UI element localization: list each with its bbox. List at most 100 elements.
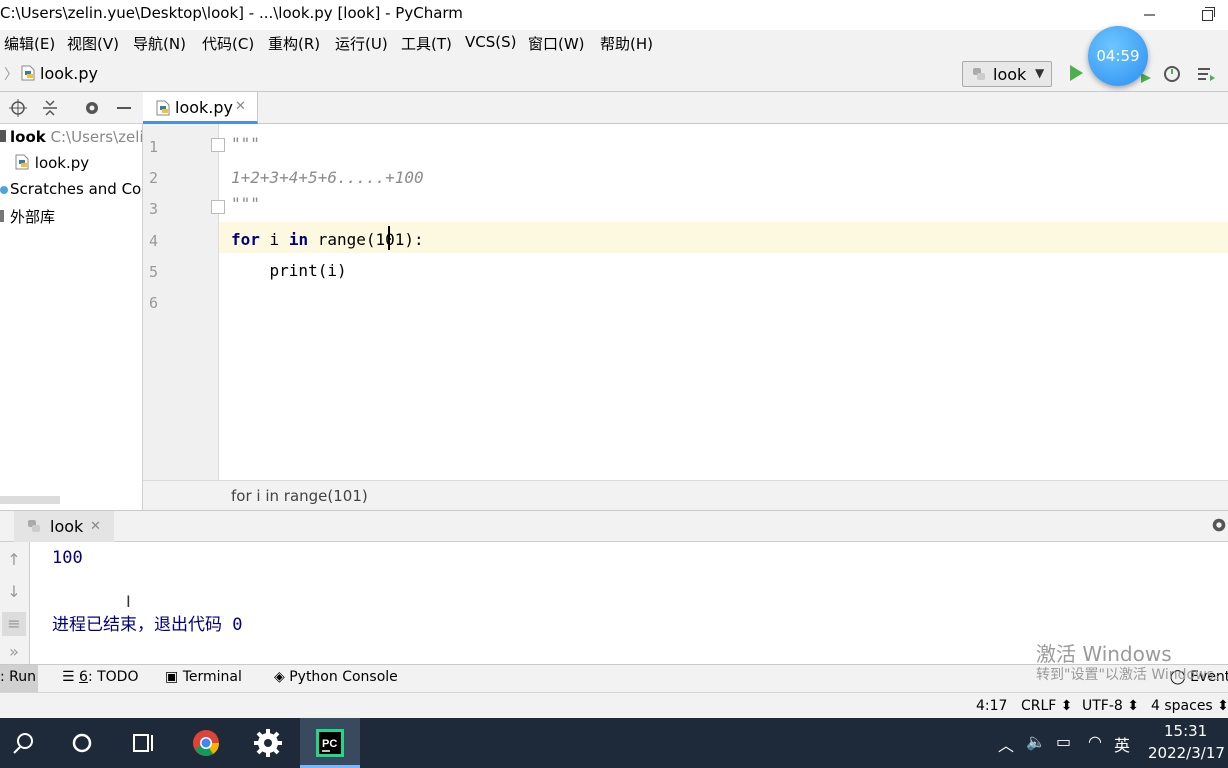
windows-activation-watermark: 激活 Windows xyxy=(1036,642,1172,666)
tree-file-label: look.py xyxy=(34,154,90,172)
run-button[interactable] xyxy=(1068,64,1084,82)
terminal-icon: ▣ xyxy=(165,669,183,685)
run-panel-sidebar: ↑ ↓ ≡ » xyxy=(0,542,30,664)
tool-tab-todo[interactable]: ☰ 6: TODO xyxy=(62,669,138,685)
tool-tab-python-console[interactable]: ◈ Python Console xyxy=(274,669,398,685)
code-editor[interactable]: 1 2 3 4 5 6 """ 1+2+3+4+5+6.....+100 """… xyxy=(143,124,1228,480)
minimize-button[interactable] xyxy=(1140,4,1160,24)
indent-label: 4 spaces xyxy=(1151,698,1213,714)
menu-refactor[interactable]: 重构(R) xyxy=(268,33,320,54)
code-line-4: for i in range(101): xyxy=(231,230,424,249)
clock-time[interactable]: 15:31 xyxy=(1164,722,1207,740)
editor-tab-label: look.py xyxy=(175,98,233,117)
pycharm-button[interactable]: PC xyxy=(300,718,360,768)
line-number: 3 xyxy=(149,200,159,218)
project-tree: look C:\Users\zeli look.py Scratches and… xyxy=(0,124,143,510)
indent-setting[interactable]: 4 spaces ⬍ xyxy=(1151,698,1228,714)
pycharm-icon: PC xyxy=(316,729,344,757)
line-separator[interactable]: CRLF ⬍ xyxy=(1021,698,1073,714)
project-horizontal-scrollbar[interactable] xyxy=(0,496,60,504)
chevron-up-icon[interactable]: ︿ xyxy=(998,732,1014,756)
gear-icon[interactable] xyxy=(82,98,102,118)
menu-code[interactable]: 代码(C) xyxy=(202,33,254,54)
status-bar: 4:17 CRLF ⬍ UTF-8 ⬍ 4 spaces ⬍ xyxy=(0,692,1228,718)
python-file-icon xyxy=(21,65,35,81)
gear-icon xyxy=(254,729,282,757)
chrome-button[interactable] xyxy=(176,718,236,768)
keyword-in: in xyxy=(288,230,309,249)
tree-item-scratches[interactable]: Scratches and Con xyxy=(0,180,142,198)
cursor-position[interactable]: 4:17 xyxy=(976,698,1007,714)
external-libs-label: 外部库 xyxy=(10,208,56,226)
console-line: 进程已结束，退出代码 0 xyxy=(52,615,243,635)
editor-breadcrumb: for i in range(101) xyxy=(143,480,1228,510)
volume-icon[interactable]: 🔈 xyxy=(1026,732,1046,751)
search-button[interactable] xyxy=(0,718,60,768)
task-view-button[interactable] xyxy=(112,718,172,768)
keyword-for: for xyxy=(231,230,260,249)
line-number: 6 xyxy=(149,294,159,312)
file-encoding[interactable]: UTF-8 ⬍ xyxy=(1082,698,1139,714)
tool-tab-terminal[interactable]: ▣ Terminal xyxy=(165,669,242,685)
tool-tab-run[interactable]: : Run xyxy=(0,665,38,693)
window-title: C:\Users\zelin.yue\Desktop\look] - ...\l… xyxy=(0,4,463,22)
code-line-5: print(i) xyxy=(231,261,347,280)
menu-view[interactable]: 视图(V) xyxy=(67,33,119,54)
editor-tab-look-py[interactable]: look.py ✕ xyxy=(143,92,258,124)
code-line-2: 1+2+3+4+5+6.....+100 xyxy=(231,168,424,187)
gear-icon[interactable] xyxy=(1210,516,1228,534)
menu-edit[interactable]: 编辑(E) xyxy=(4,33,55,54)
project-toolbar xyxy=(0,92,143,124)
run-configuration-select[interactable]: look ▼ xyxy=(962,61,1052,87)
fold-marker-icon[interactable] xyxy=(211,138,225,152)
code-line-3: """ xyxy=(231,194,260,213)
menu-bar: 编辑(E) 视图(V) 导航(N) 代码(C) 重构(R) 运行(U) 工具(T… xyxy=(0,30,1228,56)
arrow-down-icon[interactable]: ↓ xyxy=(2,580,26,604)
menu-help[interactable]: 帮助(H) xyxy=(600,33,653,54)
tree-item-external-libraries[interactable]: 外部库 xyxy=(0,206,55,227)
restore-button[interactable] xyxy=(1198,4,1218,24)
menu-vcs[interactable]: VCS(S) xyxy=(465,33,516,51)
run-tab-look[interactable]: look ✕ xyxy=(14,511,114,543)
soft-wrap-icon[interactable]: ≡ xyxy=(2,612,26,636)
locate-icon[interactable] xyxy=(8,98,28,118)
clock-date[interactable]: 2022/3/17 xyxy=(1148,744,1225,762)
line-number: 2 xyxy=(149,169,159,187)
tree-item-root[interactable]: look C:\Users\zeli xyxy=(0,128,142,146)
more-icon[interactable]: » xyxy=(2,640,26,664)
menu-tools[interactable]: 工具(T) xyxy=(401,33,452,54)
text-cursor-icon: I xyxy=(126,592,131,611)
breadcrumb-scope[interactable]: for i in range(101) xyxy=(231,487,368,505)
run-list-icon[interactable] xyxy=(1196,64,1216,84)
battery-icon[interactable]: ▭ xyxy=(1056,732,1071,751)
close-icon[interactable]: ✕ xyxy=(235,99,246,114)
recording-timer[interactable]: 04:59 xyxy=(1088,26,1148,86)
tree-item-file[interactable]: look.py xyxy=(14,154,89,172)
python-file-icon xyxy=(156,100,170,116)
chrome-icon xyxy=(193,730,220,756)
terminal-label: Terminal xyxy=(182,669,242,685)
run-config-label: look xyxy=(993,65,1027,84)
arrow-up-icon[interactable]: ↑ xyxy=(2,548,26,572)
line-number: 4 xyxy=(149,232,159,250)
menu-window[interactable]: 窗口(W) xyxy=(528,33,585,54)
wifi-icon[interactable]: ◠ xyxy=(1088,732,1102,751)
list-icon: ☰ xyxy=(62,669,80,685)
library-icon xyxy=(0,210,4,222)
settings-button[interactable] xyxy=(238,718,298,768)
collapse-all-icon[interactable] xyxy=(40,98,60,118)
breadcrumb-file[interactable]: look.py xyxy=(40,64,98,83)
cortana-button[interactable] xyxy=(52,718,112,768)
editor-gutter: 1 2 3 4 5 6 xyxy=(143,124,225,480)
fold-marker-icon[interactable] xyxy=(211,200,225,214)
code-token: i xyxy=(259,230,289,249)
menu-run[interactable]: 运行(U) xyxy=(335,33,388,54)
hide-icon[interactable] xyxy=(114,98,134,118)
python-icon xyxy=(973,68,985,80)
close-icon[interactable]: ✕ xyxy=(90,519,101,534)
menu-navigate[interactable]: 导航(N) xyxy=(133,33,186,54)
profile-icon[interactable] xyxy=(1162,64,1182,84)
navigation-bar: 〉 look.py look ▼ xyxy=(0,56,1228,92)
chevron-right-icon: 〉 xyxy=(4,67,18,83)
ime-indicator[interactable]: 英 xyxy=(1114,732,1130,756)
